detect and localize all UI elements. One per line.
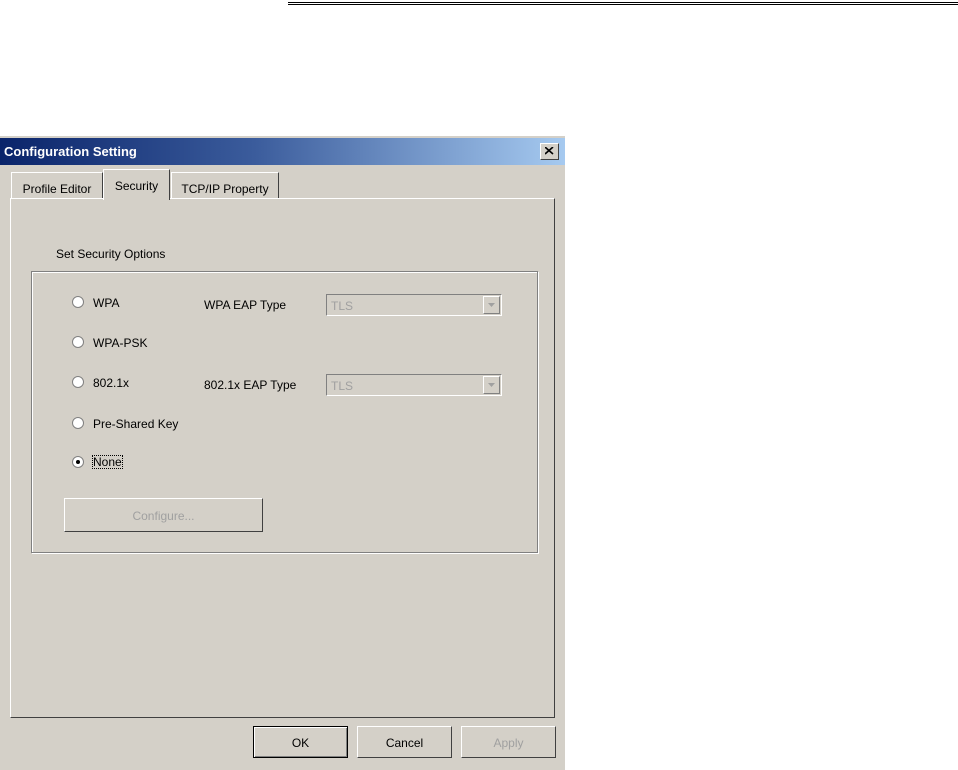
page-rule bbox=[288, 2, 958, 5]
ok-button-label: OK bbox=[291, 736, 310, 750]
radio-pre-shared-key[interactable] bbox=[72, 417, 84, 429]
radio-label-wpa-psk[interactable]: WPA-PSK bbox=[93, 336, 147, 350]
tab-label: Security bbox=[114, 179, 159, 193]
radio-label-wpa[interactable]: WPA bbox=[93, 296, 119, 310]
radio-label-none[interactable]: None bbox=[91, 454, 124, 470]
8021x-eap-type-label: 802.1x EAP Type bbox=[204, 378, 297, 392]
cancel-button[interactable]: Cancel bbox=[357, 726, 452, 758]
radio-wpa[interactable] bbox=[72, 296, 84, 308]
radio-label-pre-shared-key[interactable]: Pre-Shared Key bbox=[93, 417, 178, 431]
radio-wpa-psk[interactable] bbox=[72, 336, 84, 348]
group-label: Set Security Options bbox=[56, 247, 166, 261]
close-icon bbox=[545, 147, 554, 155]
combo-value: TLS bbox=[331, 299, 354, 313]
radio-8021x[interactable] bbox=[72, 376, 84, 388]
tab-security[interactable]: Security bbox=[103, 169, 170, 200]
window-title: Configuration Setting bbox=[4, 144, 137, 159]
dropdown-button[interactable] bbox=[483, 376, 500, 394]
radio-label-8021x[interactable]: 802.1x bbox=[93, 376, 129, 390]
title-bar: Configuration Setting bbox=[0, 138, 565, 165]
close-button[interactable] bbox=[540, 143, 559, 160]
apply-button[interactable]: Apply bbox=[461, 726, 556, 758]
chevron-down-icon bbox=[488, 303, 495, 307]
tab-label: TCP/IP Property bbox=[181, 182, 269, 196]
apply-button-label: Apply bbox=[493, 736, 524, 750]
configure-button-label: Configure... bbox=[132, 509, 195, 523]
ok-button[interactable]: OK bbox=[253, 726, 348, 758]
tab-profile-editor[interactable]: Profile Editor bbox=[11, 172, 103, 198]
wpa-eap-type-label: WPA EAP Type bbox=[204, 298, 287, 312]
tab-label: Profile Editor bbox=[22, 182, 92, 196]
configure-button[interactable]: Configure... bbox=[64, 498, 263, 532]
dialog-window: Configuration Setting Profile Editor Sec… bbox=[0, 136, 565, 770]
radio-none[interactable] bbox=[72, 456, 84, 468]
cancel-button-label: Cancel bbox=[385, 736, 424, 750]
chevron-down-icon bbox=[488, 383, 495, 387]
combo-value: TLS bbox=[331, 379, 354, 393]
wpa-eap-type-select[interactable]: TLS bbox=[326, 294, 502, 316]
8021x-eap-type-select[interactable]: TLS bbox=[326, 374, 502, 396]
dropdown-button[interactable] bbox=[483, 296, 500, 314]
radio-selected-dot bbox=[76, 460, 80, 464]
tab-tcpip-property[interactable]: TCP/IP Property bbox=[171, 172, 279, 198]
